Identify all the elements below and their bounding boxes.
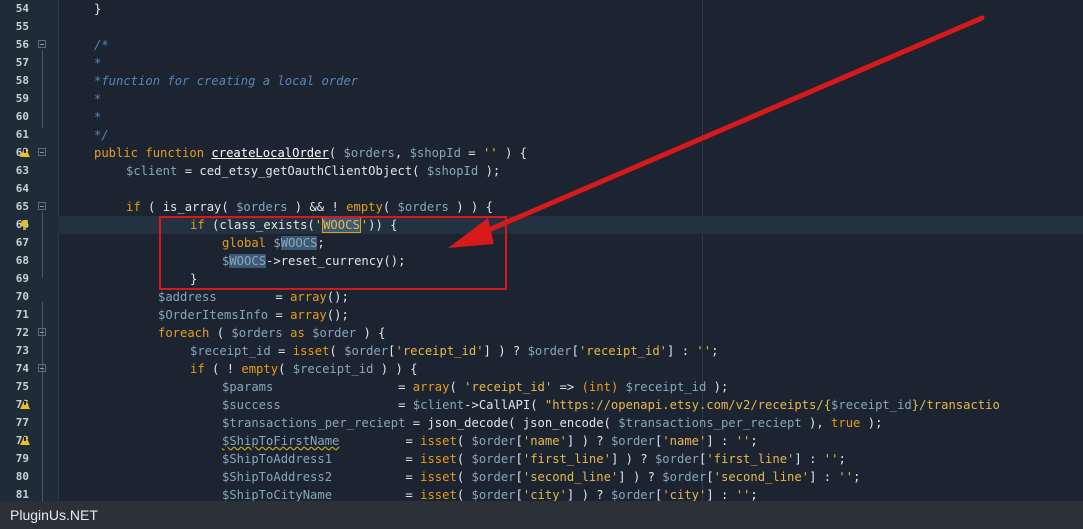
watermark-bar: PluginUs.NET (0, 501, 1083, 529)
annotation-arrow-icon (448, 15, 985, 248)
code-editor[interactable]: 54 } 55 56 /* 57 * 58 *function for crea… (0, 0, 1083, 501)
watermark-text: PluginUs.NET (10, 507, 98, 523)
